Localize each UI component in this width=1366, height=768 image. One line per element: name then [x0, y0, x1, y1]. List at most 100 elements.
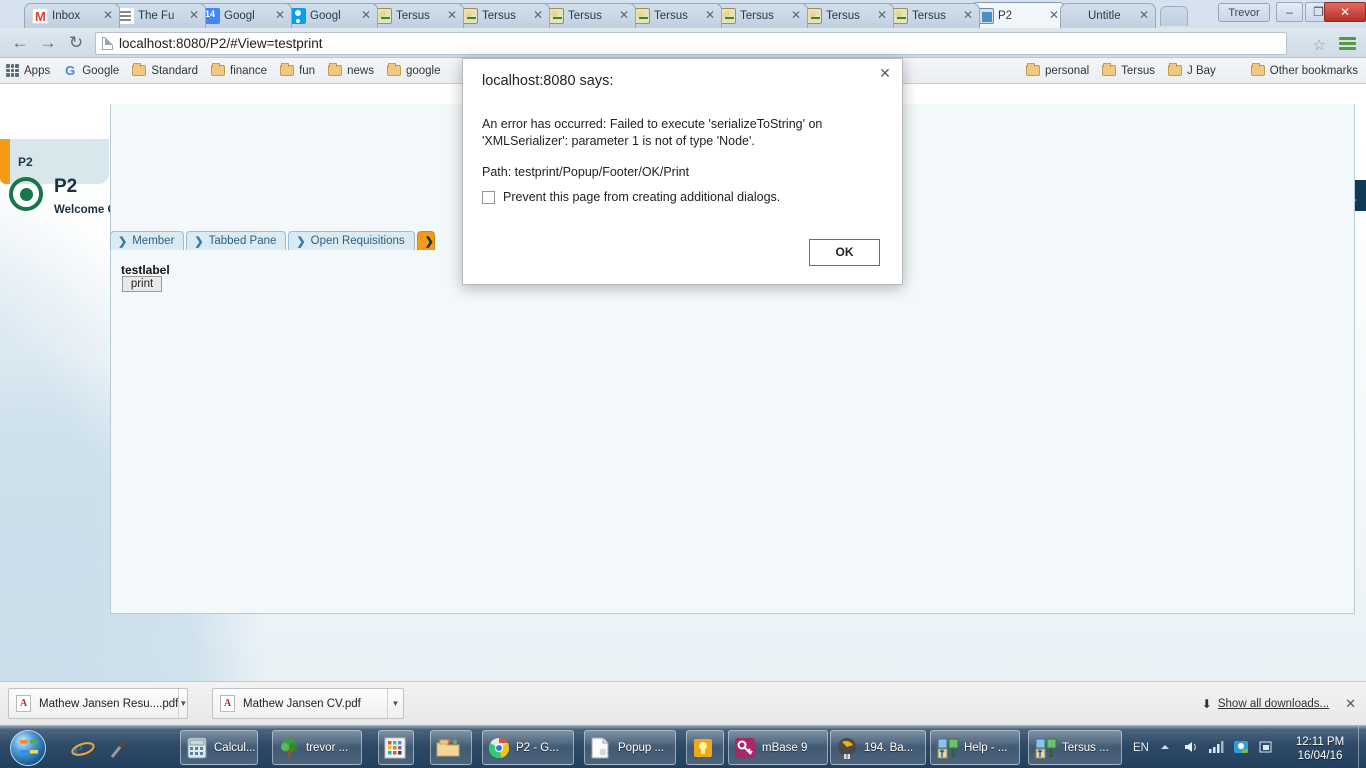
- taskbar-item[interactable]: Help - ...: [930, 730, 1020, 765]
- dialog-title: localhost:8080 says:: [482, 73, 613, 89]
- browser-tab[interactable]: Tersus✕: [798, 3, 894, 28]
- bookmark-item[interactable]: news: [328, 65, 374, 77]
- app-tab[interactable]: ❯Tabbed Pane: [186, 231, 286, 250]
- checkbox-box[interactable]: [482, 191, 495, 204]
- bookmark-star-icon[interactable]: ☆: [1313, 36, 1326, 54]
- tab-close-icon[interactable]: ✕: [789, 9, 803, 23]
- window-minimize-button[interactable]: –: [1276, 2, 1303, 22]
- taskbar-item[interactable]: mBase 9: [728, 730, 828, 765]
- chevron-up-icon[interactable]: [1158, 740, 1174, 756]
- browser-tab[interactable]: Tersus✕: [540, 3, 636, 28]
- bookmark-item[interactable]: google: [387, 65, 441, 77]
- browser-tab[interactable]: Inbox✕: [24, 3, 120, 28]
- tab-close-icon[interactable]: ✕: [1137, 9, 1151, 23]
- bookmark-item[interactable]: Other bookmarks: [1251, 65, 1358, 77]
- browser-tab[interactable]: Tersus✕: [712, 3, 808, 28]
- prevent-dialogs-checkbox[interactable]: Prevent this page from creating addition…: [482, 190, 780, 204]
- taskbar-item[interactable]: [378, 730, 414, 765]
- dialog-close-icon[interactable]: ✕: [877, 66, 893, 82]
- taskbar-item[interactable]: Popup ...: [584, 730, 676, 765]
- tab-close-icon[interactable]: ✕: [531, 9, 545, 23]
- new-tab-button[interactable]: [1160, 6, 1188, 26]
- address-bar[interactable]: localhost:8080/P2/#View=testprint: [95, 32, 1287, 55]
- tab-close-icon[interactable]: ✕: [273, 9, 287, 23]
- taskbar-item[interactable]: Tersus ...: [1028, 730, 1122, 765]
- show-desktop-button[interactable]: [1358, 726, 1366, 768]
- device-icon[interactable]: [1258, 740, 1274, 756]
- tersus-app-icon: [1034, 737, 1056, 759]
- p2-icon: [978, 8, 994, 24]
- tab-close-icon[interactable]: ✕: [101, 9, 115, 23]
- tab-close-icon[interactable]: ✕: [875, 9, 889, 23]
- app-tab[interactable]: ❯Member: [110, 231, 184, 250]
- chevron-right-icon: ❯: [194, 235, 203, 248]
- bookmark-item[interactable]: J Bay: [1168, 65, 1216, 77]
- browser-tab[interactable]: Tersus✕: [368, 3, 464, 28]
- download-menu-caret-icon[interactable]: ▼: [178, 689, 187, 718]
- taskbar-item[interactable]: 194. Ba...: [830, 730, 926, 765]
- volume-icon[interactable]: [1183, 740, 1199, 756]
- bookmark-item[interactable]: Standard: [132, 65, 198, 77]
- tab-close-icon[interactable]: ✕: [1047, 9, 1061, 23]
- language-indicator[interactable]: EN: [1133, 742, 1149, 754]
- prevent-dialogs-label: Prevent this page from creating addition…: [503, 190, 780, 204]
- start-button[interactable]: [2, 726, 54, 768]
- folder-icon: [280, 65, 294, 76]
- bookmark-item[interactable]: fun: [280, 65, 315, 77]
- taskbar-clock[interactable]: 12:11 PM 16/04/16: [1282, 735, 1358, 763]
- chrome-profile-chip[interactable]: Trevor: [1218, 3, 1270, 22]
- browser-tab-title: P2: [998, 10, 1045, 22]
- dialog-ok-button[interactable]: OK: [809, 239, 880, 266]
- bookmark-item[interactable]: GGoogle: [63, 64, 119, 78]
- folder-icon: [1102, 65, 1116, 76]
- show-all-downloads-link[interactable]: Show all downloads...: [1218, 698, 1329, 710]
- messenger-icon[interactable]: [1233, 740, 1249, 756]
- microphone-icon[interactable]: [104, 732, 134, 763]
- network-icon[interactable]: [1208, 740, 1224, 756]
- browser-tab[interactable]: Tersus✕: [454, 3, 550, 28]
- taskbar-item[interactable]: Calcul...: [180, 730, 258, 765]
- apps-shortcut[interactable]: Apps: [6, 64, 50, 77]
- app-tab[interactable]: ❯Open Requisitions: [288, 231, 414, 250]
- tab-close-icon[interactable]: ✕: [617, 9, 631, 23]
- forward-button[interactable]: →: [36, 32, 60, 54]
- internet-explorer-icon[interactable]: e: [68, 732, 98, 763]
- browser-tab[interactable]: Tersus✕: [884, 3, 980, 28]
- browser-tab[interactable]: Untitle✕: [1060, 3, 1156, 28]
- taskbar-item[interactable]: trevor ...: [272, 730, 362, 765]
- back-button[interactable]: ←: [8, 32, 32, 54]
- browser-tab[interactable]: Googl✕: [196, 3, 292, 28]
- download-item[interactable]: Mathew Jansen Resu....pdf▼: [8, 688, 188, 719]
- chevron-right-icon: ❯: [296, 235, 305, 248]
- print-button[interactable]: print: [122, 276, 162, 292]
- window-close-button[interactable]: ✕: [1324, 2, 1366, 22]
- calculator-icon: [186, 737, 208, 759]
- taskbar-item[interactable]: [686, 730, 724, 765]
- chrome-menu-icon[interactable]: [1339, 37, 1356, 50]
- download-menu-caret-icon[interactable]: ▼: [387, 689, 403, 718]
- media-icon: [836, 737, 858, 759]
- taskbar-item[interactable]: P2 - G...: [482, 730, 574, 765]
- app-tab[interactable]: ❯: [417, 231, 435, 250]
- bookmark-item[interactable]: personal: [1026, 65, 1089, 77]
- lines-icon: [118, 8, 134, 24]
- tab-close-icon[interactable]: ✕: [359, 9, 373, 23]
- browser-tab[interactable]: Tersus✕: [626, 3, 722, 28]
- download-item[interactable]: Mathew Jansen CV.pdf▼: [212, 688, 404, 719]
- browser-tab[interactable]: P2✕: [970, 2, 1066, 28]
- download-shelf-close-icon[interactable]: ✕: [1345, 696, 1356, 712]
- tab-close-icon[interactable]: ✕: [187, 9, 201, 23]
- browser-tab-title: Tersus: [482, 10, 529, 22]
- browser-tab[interactable]: The Fu✕: [110, 3, 206, 28]
- sidebar-item-p2[interactable]: P2: [18, 155, 33, 169]
- tab-close-icon[interactable]: ✕: [445, 9, 459, 23]
- browser-tab[interactable]: Googl✕: [282, 3, 378, 28]
- reload-button[interactable]: ↻: [64, 32, 88, 54]
- tab-close-icon[interactable]: ✕: [961, 9, 975, 23]
- bookmark-item[interactable]: finance: [211, 65, 267, 77]
- browser-tab-title: The Fu: [138, 10, 185, 22]
- bookmark-item[interactable]: Tersus: [1102, 65, 1155, 77]
- bookmark-label: Standard: [151, 65, 198, 77]
- tab-close-icon[interactable]: ✕: [703, 9, 717, 23]
- taskbar-item[interactable]: [430, 730, 472, 765]
